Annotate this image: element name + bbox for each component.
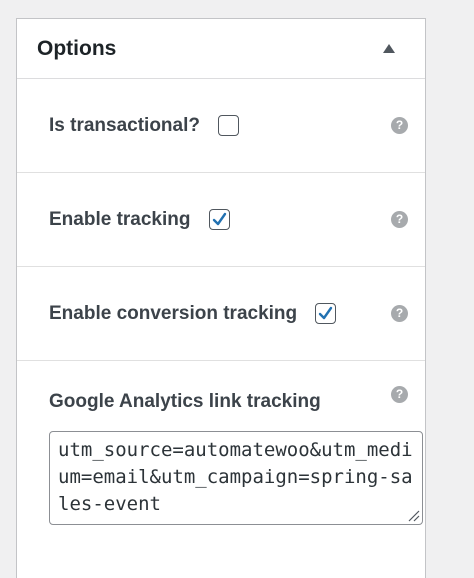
- option-row-tracking: Enable tracking ?: [17, 173, 425, 267]
- checkmark-icon: [212, 212, 226, 226]
- ga-tracking-label: Google Analytics link tracking: [49, 391, 321, 412]
- option-row-conversion-tracking: Enable conversion tracking ?: [17, 267, 425, 361]
- resize-handle-icon[interactable]: [406, 508, 420, 522]
- conversion-tracking-checkbox[interactable]: [315, 303, 337, 324]
- collapse-toggle-icon[interactable]: [383, 44, 395, 53]
- transactional-checkbox[interactable]: [218, 115, 239, 136]
- help-icon[interactable]: ?: [391, 386, 408, 403]
- option-row-ga-tracking: Google Analytics link tracking ? utm_sou…: [17, 361, 425, 561]
- panel-title: Options: [37, 36, 117, 60]
- panel-header[interactable]: Options: [17, 19, 425, 79]
- conversion-tracking-label: Enable conversion tracking: [49, 302, 298, 324]
- help-icon[interactable]: ?: [391, 304, 408, 322]
- ga-tracking-value[interactable]: utm_source=automatewoo&utm_medium=email&…: [58, 437, 414, 518]
- tracking-label: Enable tracking: [49, 208, 191, 230]
- help-icon[interactable]: ?: [391, 210, 408, 228]
- help-icon[interactable]: ?: [391, 116, 408, 134]
- tracking-checkbox[interactable]: [208, 209, 230, 230]
- checkmark-icon: [318, 306, 333, 320]
- option-row-transactional: Is transactional? ?: [17, 79, 425, 173]
- ga-tracking-textarea[interactable]: utm_source=automatewoo&utm_medium=email&…: [49, 431, 423, 525]
- transactional-label: Is transactional?: [49, 114, 200, 136]
- options-panel: Options Is transactional? ? Enable track…: [16, 18, 426, 578]
